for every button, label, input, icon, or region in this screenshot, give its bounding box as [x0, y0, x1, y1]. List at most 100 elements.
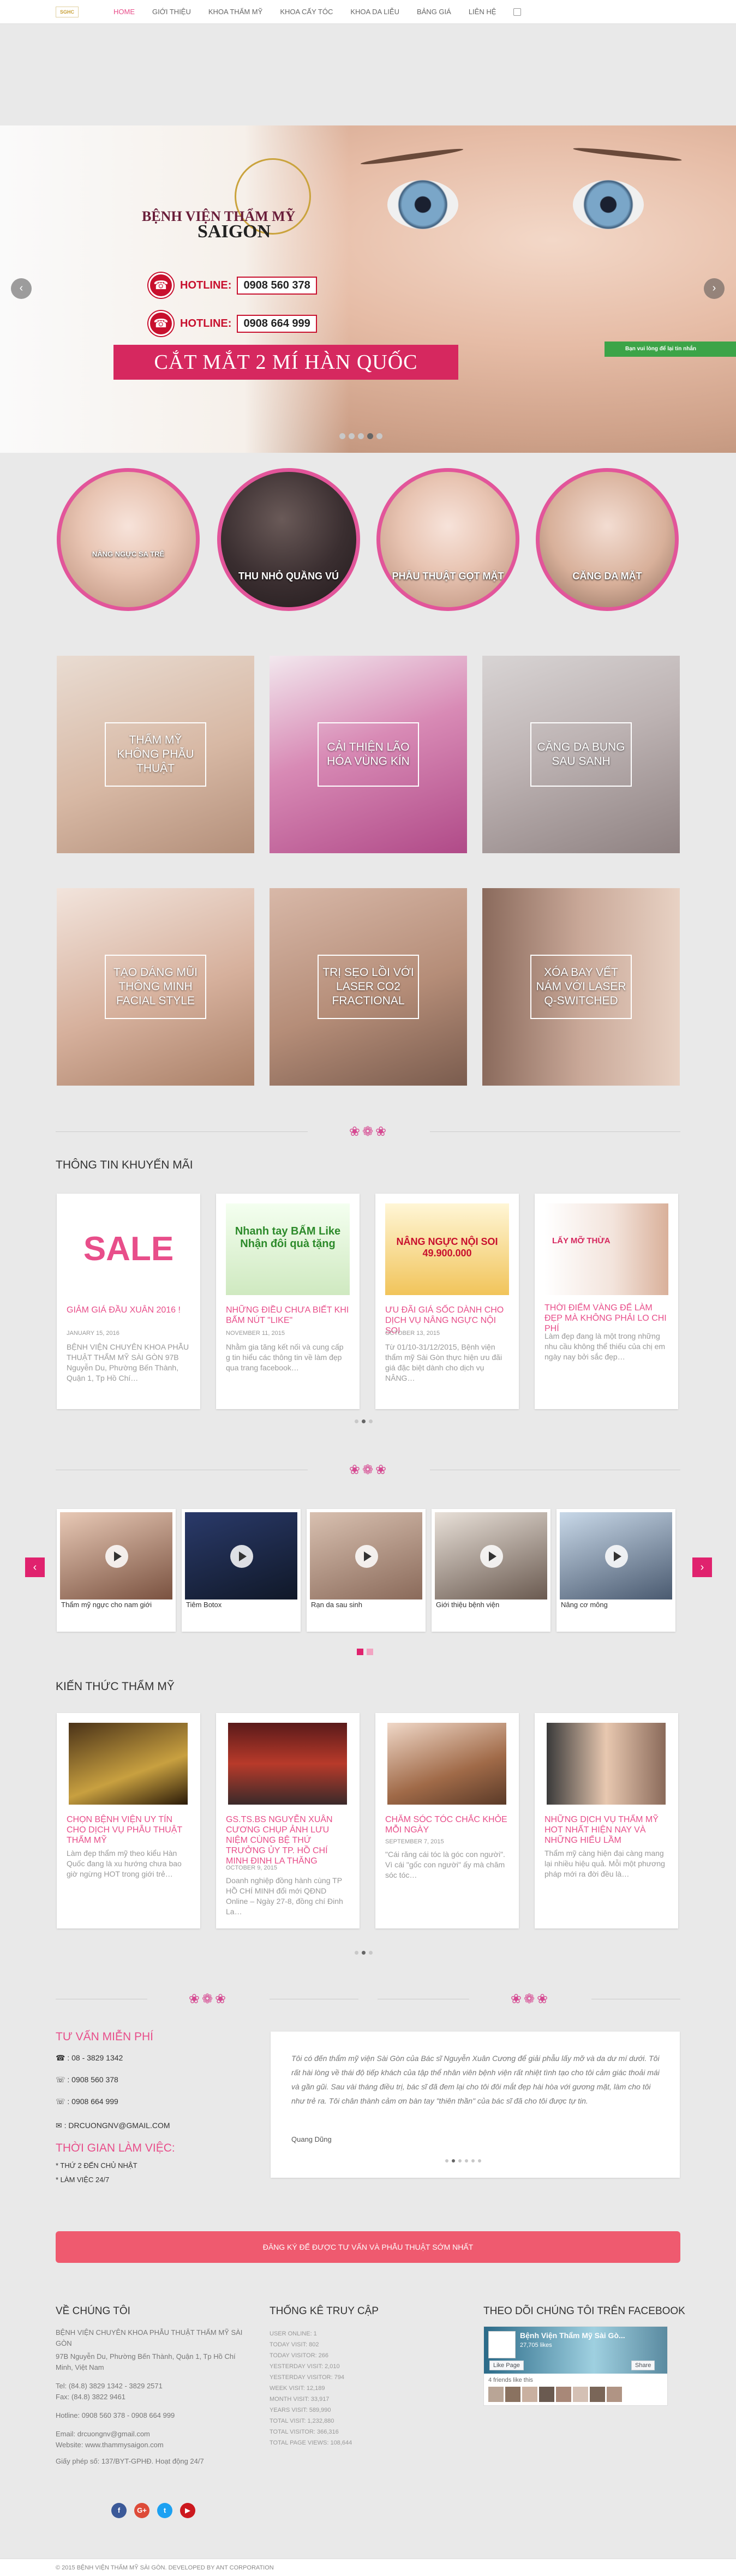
video-next-button[interactable]: › — [692, 1557, 712, 1577]
service-tile-scar-laser[interactable]: TRỊ SẸO LỒI VỚI LASER CO2 FRACTIONAL — [270, 888, 467, 1086]
youtube-icon[interactable]: ▶ — [180, 2503, 195, 2518]
knowledge-card[interactable]: GS.TS.BS NGUYỄN XUÂN CƯƠNG CHỤP ẢNH LƯU … — [216, 1713, 360, 1928]
slider-dot[interactable] — [339, 433, 345, 439]
play-icon[interactable] — [480, 1545, 503, 1568]
knowledge-card-title[interactable]: CHĂM SÓC TÓC CHẮC KHỎE MỖI NGÀY — [385, 1814, 509, 1835]
video-title[interactable]: Tiêm Botox — [186, 1601, 295, 1609]
friend-avatar[interactable] — [590, 2387, 605, 2402]
friend-avatar[interactable] — [539, 2387, 554, 2402]
play-icon[interactable] — [355, 1545, 378, 1568]
video-thumbnail[interactable] — [60, 1512, 172, 1599]
friend-avatar[interactable] — [488, 2387, 504, 2402]
facebook-page-name[interactable]: Bệnh Viện Thẩm Mỹ Sài Gò... — [520, 2331, 625, 2340]
google-plus-icon[interactable]: G+ — [134, 2503, 149, 2518]
pager-square-active[interactable] — [357, 1649, 363, 1655]
knowledge-card-title[interactable]: CHỌN BỆNH VIỆN UY TÍN CHO DỊCH VỤ PHẪU T… — [67, 1814, 190, 1846]
video-title[interactable]: Thẩm mỹ ngực cho nam giới — [61, 1601, 170, 1609]
video-item[interactable]: Nâng cơ mông — [557, 1509, 675, 1632]
nav-hair[interactable]: Khoa cấy tóc — [271, 0, 342, 24]
service-tile-melasma-laser[interactable]: XÓA BAY VẾT NÁM VỚI LASER Q-SWITCHED — [482, 888, 680, 1086]
promo-card[interactable]: SALE GIẢM GIÁ ĐẦU XUÂN 2016 ! JANUARY 15… — [57, 1194, 200, 1409]
service-tile-nonsurgical[interactable]: THẨM MỸ KHÔNG PHẪU THUẬT — [57, 656, 254, 853]
nav-pricing[interactable]: Bảng giá — [408, 0, 460, 24]
video-item[interactable]: Giới thiệu bệnh viện — [432, 1509, 550, 1632]
video-thumbnail[interactable] — [185, 1512, 297, 1599]
pager-dot[interactable] — [458, 2159, 462, 2162]
slider-next-button[interactable]: › — [704, 278, 725, 299]
service-circle-face-lift[interactable]: CĂNG DA MẶT — [536, 468, 679, 611]
search-icon[interactable] — [513, 8, 522, 16]
about-email[interactable]: Email: drcuongnv@gmail.com — [56, 2429, 252, 2440]
facebook-share-button[interactable]: Share — [631, 2361, 655, 2370]
slider-dot[interactable] — [349, 433, 355, 439]
consult-email[interactable]: ✉ : DRCUONGNV@GMAIL.COM — [56, 2120, 170, 2131]
friend-avatar[interactable] — [505, 2387, 520, 2402]
pager-dot[interactable] — [369, 1419, 373, 1423]
slider-dot[interactable] — [358, 433, 364, 439]
message-us-badge[interactable]: Bạn vui lòng để lại tin nhắn — [605, 342, 736, 357]
knowledge-card-title[interactable]: GS.TS.BS NGUYỄN XUÂN CƯƠNG CHỤP ẢNH LƯU … — [226, 1814, 350, 1866]
pager-dot[interactable] — [369, 1951, 373, 1955]
promo-card-title[interactable]: THỜI ĐIỂM VÀNG ĐỂ LÀM ĐẸP MÀ KHÔNG PHẢI … — [544, 1303, 668, 1334]
twitter-icon[interactable]: t — [157, 2503, 172, 2518]
promo-card-title[interactable]: NHỮNG ĐIỀU CHƯA BIẾT KHI BẤM NÚT "LIKE" — [226, 1305, 350, 1326]
play-icon[interactable] — [105, 1545, 128, 1568]
promo-card[interactable]: LẤY MỠ THỪA THỜI ĐIỂM VÀNG ĐỂ LÀM ĐẸP MÀ… — [535, 1194, 678, 1409]
pager-dot[interactable] — [355, 1951, 358, 1955]
facebook-page-avatar[interactable] — [488, 2331, 516, 2358]
nav-home[interactable]: Home — [105, 0, 143, 24]
video-item[interactable]: Tiêm Botox — [182, 1509, 301, 1632]
video-item[interactable]: Rạn da sau sinh — [307, 1509, 426, 1632]
pager-dot[interactable] — [445, 2159, 448, 2162]
knowledge-card[interactable]: CHĂM SÓC TÓC CHẮC KHỎE MỖI NGÀY SEPTEMBE… — [375, 1713, 519, 1928]
video-thumbnail[interactable] — [435, 1512, 547, 1599]
site-logo[interactable]: SGHC — [56, 7, 79, 17]
service-tile-nose-shaping[interactable]: TẠO DÁNG MŨI THÔNG MINH FACIAL STYLE — [57, 888, 254, 1086]
service-circle-areola-reduction[interactable]: THU NHỎ QUẦNG VÚ — [217, 468, 360, 611]
register-consultation-button[interactable]: ĐĂNG KÝ ĐỂ ĐƯỢC TƯ VẤN VÀ PHẪU THUẬT SỚM… — [56, 2231, 680, 2263]
play-icon[interactable] — [230, 1545, 253, 1568]
video-title[interactable]: Nâng cơ mông — [561, 1601, 670, 1609]
knowledge-card[interactable]: NHỮNG DỊCH VỤ THẨM MỸ HOT NHẤT HIỆN NAY … — [535, 1713, 678, 1928]
service-circle-face-contouring[interactable]: PHẪU THUẬT GỌT MẶT — [376, 468, 519, 611]
consult-phone-1[interactable]: ☎ : 08 - 3829 1342 — [56, 2052, 123, 2063]
knowledge-card[interactable]: CHỌN BỆNH VIỆN UY TÍN CHO DỊCH VỤ PHẪU T… — [57, 1713, 200, 1928]
knowledge-card-title[interactable]: NHỮNG DỊCH VỤ THẨM MỸ HOT NHẤT HIỆN NAY … — [544, 1814, 668, 1846]
service-tile-intimate-rejuvenation[interactable]: CẢI THIỆN LÃO HÓA VÙNG KÍN — [270, 656, 467, 853]
slider-dot-active[interactable] — [367, 433, 373, 439]
about-website[interactable]: Website: www.thammysaigon.com — [56, 2440, 252, 2451]
pager-dot-active[interactable] — [362, 1419, 366, 1423]
facebook-like-button[interactable]: Like Page — [489, 2361, 524, 2370]
nav-about[interactable]: Giới thiệu — [143, 0, 200, 24]
nav-cosmetic[interactable]: Khoa thẩm mỹ — [200, 0, 271, 24]
video-item[interactable]: Thẩm mỹ ngực cho nam giới — [57, 1509, 176, 1632]
consult-phone-3[interactable]: ☏ : 0908 664 999 — [56, 2096, 118, 2107]
video-title[interactable]: Giới thiệu bệnh viện — [436, 1601, 545, 1609]
consult-phone-2[interactable]: ☏ : 0908 560 378 — [56, 2074, 118, 2085]
friend-avatar[interactable] — [556, 2387, 571, 2402]
pager-dot[interactable] — [465, 2159, 468, 2162]
pager-dot[interactable] — [478, 2159, 481, 2162]
promo-card-title[interactable]: GIẢM GIÁ ĐẦU XUÂN 2016 ! — [67, 1305, 190, 1315]
pager-dot[interactable] — [471, 2159, 475, 2162]
play-icon[interactable] — [605, 1545, 628, 1568]
friend-avatar[interactable] — [607, 2387, 622, 2402]
facebook-icon[interactable]: f — [111, 2503, 127, 2518]
video-title[interactable]: Rạn da sau sinh — [311, 1601, 420, 1609]
pager-dot-active[interactable] — [452, 2159, 455, 2162]
facebook-page-widget[interactable]: Bệnh Viện Thẩm Mỹ Sài Gò... 27,705 likes… — [483, 2326, 668, 2406]
slider-dot[interactable] — [376, 433, 382, 439]
nav-dermatology[interactable]: Khoa da liễu — [342, 0, 408, 24]
video-thumbnail[interactable] — [310, 1512, 422, 1599]
pager-dot-active[interactable] — [362, 1951, 366, 1955]
service-circle-breast-lift[interactable]: NÂNG NGỰC SA TRỄ — [57, 468, 200, 611]
video-thumbnail[interactable] — [560, 1512, 672, 1599]
pager-square[interactable] — [367, 1649, 373, 1655]
promo-card[interactable]: NÂNG NGỰC NỘI SOI 49.900.000 ƯU ĐÃI GIÁ … — [375, 1194, 519, 1409]
pager-dot[interactable] — [355, 1419, 358, 1423]
promo-card[interactable]: Nhanh tay BẤM Like Nhận đôi quà tặng NHỮ… — [216, 1194, 360, 1409]
service-tile-tummy-tuck[interactable]: CĂNG DA BỤNG SAU SANH — [482, 656, 680, 853]
video-prev-button[interactable]: ‹ — [25, 1557, 45, 1577]
nav-contact[interactable]: Liên hệ — [460, 0, 505, 24]
friend-avatar[interactable] — [573, 2387, 588, 2402]
